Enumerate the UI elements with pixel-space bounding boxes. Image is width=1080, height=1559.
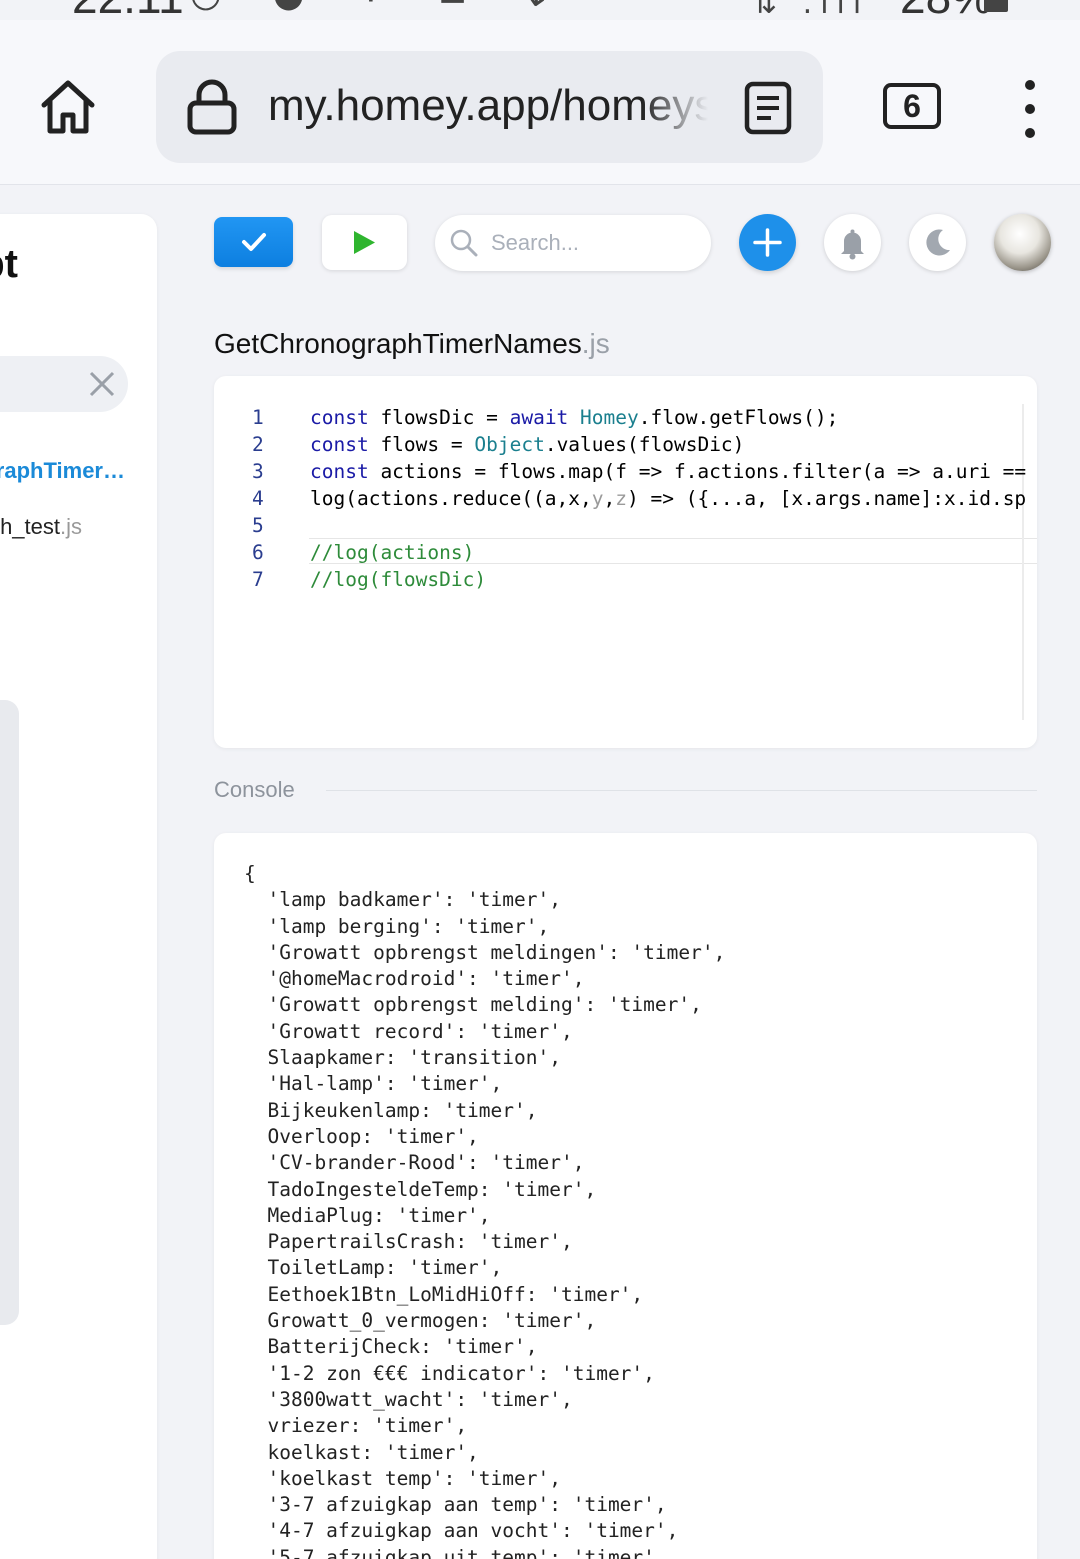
editor-file-title: GetChronographTimerNames.js bbox=[214, 328, 610, 360]
code-content[interactable]: 1 const flowsDic = await Homey.flow.getFl… bbox=[252, 404, 1026, 593]
lock-icon bbox=[186, 79, 238, 135]
url-text[interactable]: my.homey.app/homeyscript bbox=[268, 81, 708, 131]
reader-mode-icon[interactable] bbox=[744, 81, 792, 135]
run-button[interactable] bbox=[322, 215, 407, 270]
search-input[interactable] bbox=[491, 227, 691, 259]
line-number: 3 bbox=[252, 460, 264, 483]
line-number: 2 bbox=[252, 433, 264, 456]
avatar[interactable] bbox=[994, 214, 1051, 271]
address-bar[interactable]: my.homey.app/homeyscript bbox=[156, 51, 823, 163]
line-number: 4 bbox=[252, 487, 264, 510]
sidebar-title: HomeyScript bbox=[0, 242, 18, 286]
console-output: { 'lamp badkamer': 'timer', 'lamp bergin… bbox=[244, 862, 726, 1559]
status-time: 22:11 bbox=[72, 0, 184, 20]
script-name: chronograph_test bbox=[0, 514, 60, 539]
line-number: 6 bbox=[252, 541, 264, 564]
signal-icon: ⇅ .ıll bbox=[752, 0, 870, 20]
search-icon bbox=[449, 228, 479, 258]
bell-icon[interactable] bbox=[824, 214, 881, 271]
script-list-item[interactable]: GetChronographTimer… bbox=[0, 458, 125, 484]
code-editor[interactable]: 1 const flowsDic = await Homey.flow.getFl… bbox=[214, 376, 1037, 748]
console-label: Console bbox=[214, 777, 295, 802]
script-ext: .js bbox=[60, 514, 82, 539]
tab-count-button[interactable]: 6 bbox=[883, 83, 941, 129]
home-icon[interactable] bbox=[36, 75, 100, 139]
moon-icon[interactable] bbox=[909, 214, 966, 271]
scripts-sidebar: HomeyScript GetChronographTimer… chronog… bbox=[0, 214, 157, 1559]
more-menu-icon[interactable] bbox=[1018, 80, 1042, 138]
script-list-item[interactable]: chronograph_test.js bbox=[0, 514, 82, 540]
file-name: GetChronographTimerNames bbox=[214, 328, 582, 359]
save-button[interactable] bbox=[214, 217, 293, 267]
battery-icon bbox=[984, 0, 1008, 12]
console-divider bbox=[326, 790, 1037, 791]
line-number: 1 bbox=[252, 406, 264, 429]
line-number: 7 bbox=[252, 568, 264, 591]
sidebar-panel-strip bbox=[0, 700, 19, 1325]
notification-icons: ◔ ◕ ⁘ ≡ ↯ bbox=[190, 0, 569, 15]
status-bar: 22:11 ◔ ◕ ⁘ ≡ ↯ ⇅ .ıll 28% bbox=[0, 0, 1080, 20]
battery-percent: 28% bbox=[900, 0, 992, 20]
file-ext: .js bbox=[581, 328, 610, 359]
clear-search-icon[interactable] bbox=[88, 370, 116, 398]
search-box[interactable] bbox=[435, 215, 711, 271]
console-panel: { 'lamp badkamer': 'timer', 'lamp bergin… bbox=[214, 833, 1037, 1559]
line-number: 5 bbox=[252, 514, 264, 537]
browser-toolbar: my.homey.app/homeyscript 6 bbox=[0, 20, 1080, 185]
add-script-button[interactable] bbox=[739, 214, 796, 271]
